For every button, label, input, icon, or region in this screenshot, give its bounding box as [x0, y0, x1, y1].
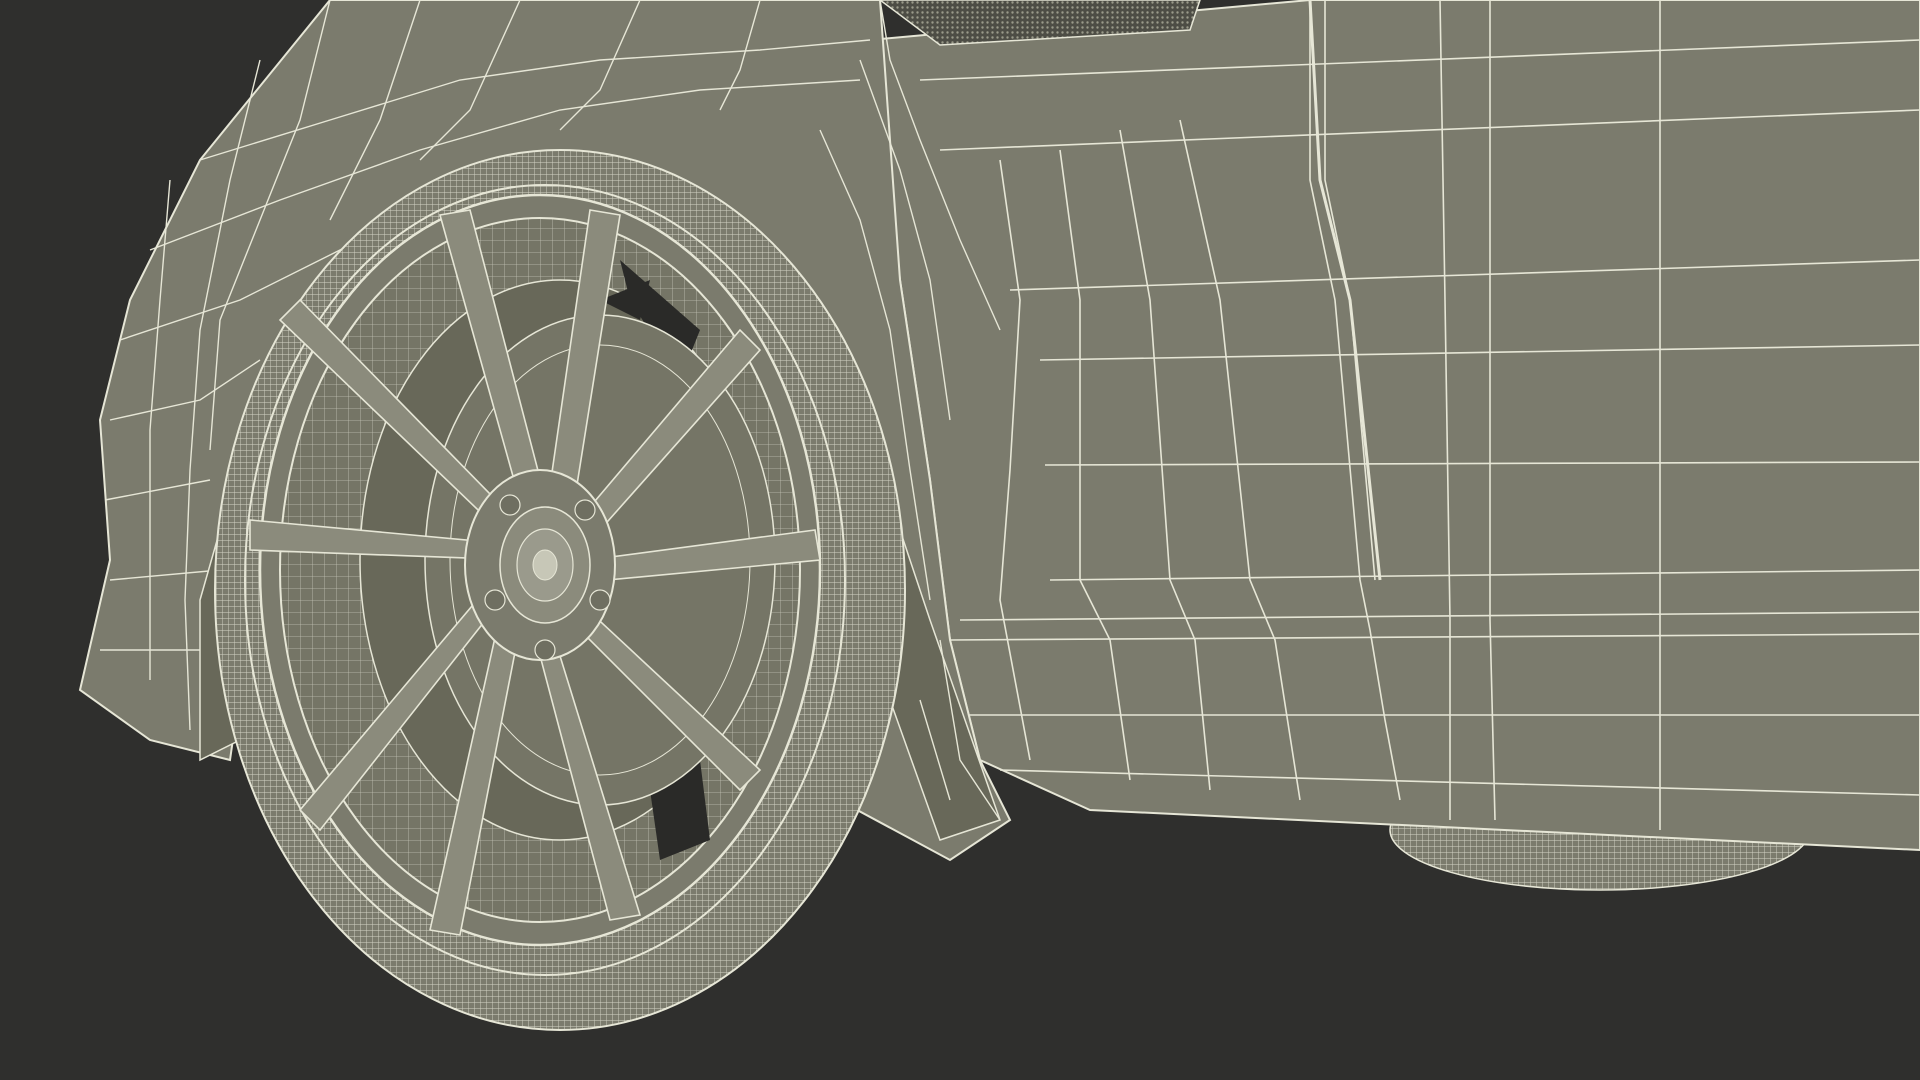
wheel-hub [464, 469, 616, 661]
wireframe-canvas [0, 0, 1920, 1080]
car-body-panel [868, 0, 1920, 852]
wireframe-render-view [0, 0, 1920, 1080]
